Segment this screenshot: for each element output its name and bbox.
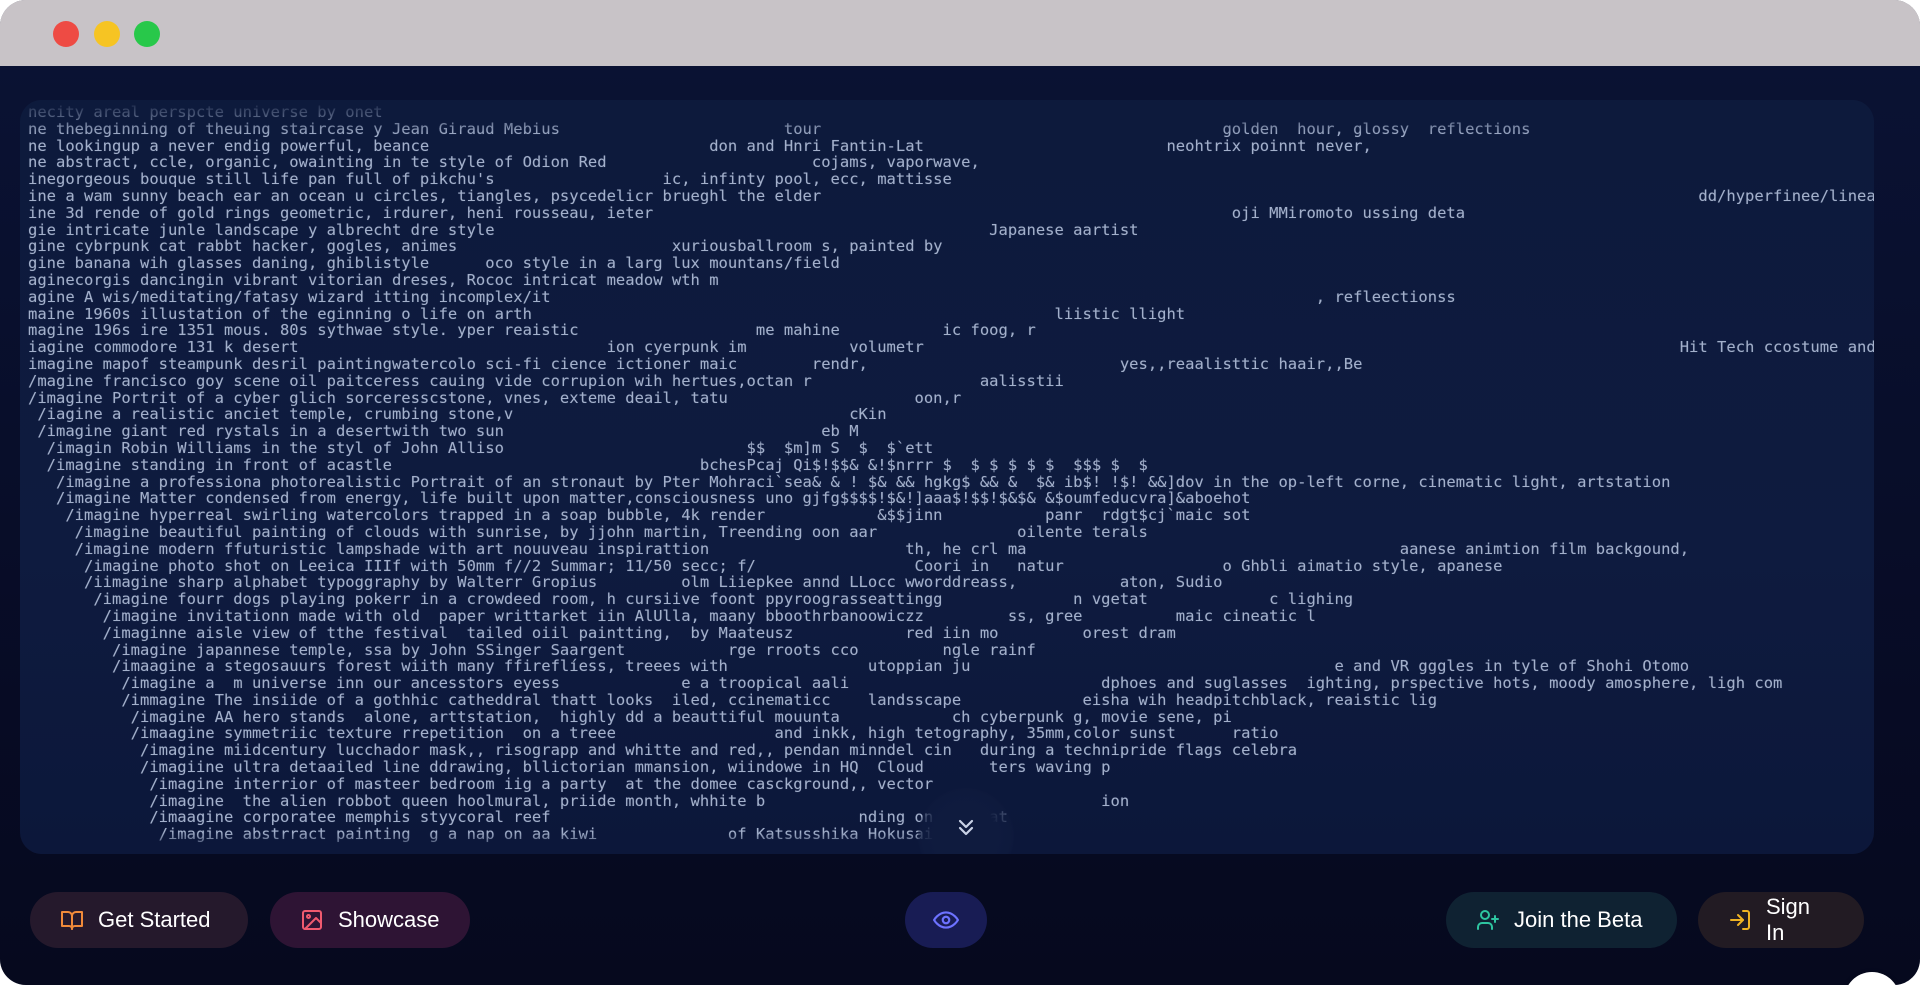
panel-top-fade <box>20 100 1874 136</box>
prompt-line: /imagine japannese temple, ssa by John S… <box>111 640 1036 659</box>
prompt-line: /imagine a m universe inn our ancesstors… <box>121 674 1783 693</box>
prompt-line: /imagine miidcentury lucchador mask,, ri… <box>139 741 1298 760</box>
prompt-line: /imagine Portrit of a cyber glich sorcer… <box>28 388 962 407</box>
prompt-line: /imagine AA hero stands alone, arttstati… <box>130 707 1232 726</box>
showcase-button[interactable]: Showcase <box>270 892 470 948</box>
book-open-icon <box>60 908 84 932</box>
prompt-line: /imagine a professiona photorealistic Po… <box>55 472 1671 491</box>
prompt-line: maine 1960s illustation of the eginning … <box>28 304 1186 323</box>
sign-in-icon <box>1728 908 1752 932</box>
prompt-line: /magine francisco goy scene oil paitcere… <box>28 371 1064 390</box>
maximize-window-button[interactable] <box>134 21 160 47</box>
minimize-window-button[interactable] <box>94 21 120 47</box>
assistant-badge-button[interactable] <box>1844 972 1900 985</box>
prompt-line: inegorgeous bouque still life pan full o… <box>28 170 952 189</box>
prompt-line: /imagine hyperreal swirling watercolors … <box>65 506 1251 525</box>
window-titlebar <box>0 0 1920 66</box>
prompt-line: aginecorgis dancingin vibrant vitorian d… <box>28 270 719 289</box>
prompt-line: gine cybrpunk cat rabbt hacker, gogles, … <box>28 237 943 256</box>
sign-in-button[interactable]: Sign In <box>1698 892 1864 948</box>
get-started-label: Get Started <box>98 907 211 932</box>
prompt-line: /imagine standing in front of acastle bc… <box>46 455 1148 474</box>
image-icon <box>300 908 324 932</box>
prompt-line: /imagine fourr dogs playing pokerr in a … <box>93 590 1354 609</box>
prompt-line: agine A wis/meditating/fatasy wizard itt… <box>28 287 1456 306</box>
prompt-line: imagine mapof steampunk desril paintingw… <box>28 354 1363 373</box>
prompt-line: /imagine Matter condensed from energy, l… <box>55 489 1251 508</box>
chevrons-down-icon <box>958 819 974 836</box>
join-beta-button[interactable]: Join the Beta <box>1446 892 1677 948</box>
prompt-line: /imagin Robin Williams in the styl of Jo… <box>46 438 934 457</box>
prompt-line: /imagine photo shot on Leeica IIIf with … <box>83 556 1503 575</box>
prompt-line: /imaagine a stegosauurs forest wiith man… <box>111 657 1690 676</box>
toggle-visibility-button[interactable] <box>905 892 987 948</box>
prompt-line: gine banana wih glasses daning, ghiblist… <box>28 254 840 273</box>
prompt-line: /imagine interrior of masteer bedroom ii… <box>149 774 934 793</box>
prompt-line: /imagine giant red rystals in a desertwi… <box>37 422 859 441</box>
prompt-line: /imagine invitationn made with old paper… <box>102 606 1316 625</box>
prompt-line: /iagine a realistic anciet temple, crumb… <box>37 405 887 424</box>
prompt-showcase-panel[interactable]: necity areal perspcte universe by onet <box>20 100 1874 854</box>
browser-window: necity areal perspcte universe by onet <box>0 0 1920 985</box>
prompt-line: /imagine beautiful painting of clouds wi… <box>74 522 1148 541</box>
prompt-line: /imaagine symmetriic texture rrepetition… <box>130 724 1279 743</box>
prompt-line: /imagine modern ffuturistic lampshade wi… <box>74 539 1690 558</box>
prompt-line: /imagiine ultra detaailed line ddrawing,… <box>139 758 1111 777</box>
join-beta-label: Join the Beta <box>1514 907 1643 932</box>
scroll-down-button[interactable] <box>949 810 983 844</box>
close-window-button[interactable] <box>53 21 79 47</box>
prompt-line: gie intricate junle landscape y albrecht… <box>28 220 1139 239</box>
prompt-line: /immagine The insiide of a gothhic cathe… <box>121 690 1438 709</box>
sign-in-label: Sign In <box>1766 894 1811 945</box>
showcase-label: Showcase <box>338 907 440 932</box>
app-viewport: necity areal perspcte universe by onet <box>0 66 1920 985</box>
prompt-line: ine 3d rende of gold rings geometric, ir… <box>28 203 1466 222</box>
eye-icon <box>933 907 959 933</box>
prompt-line: ne abstract, ccle, organic, owainting in… <box>28 153 980 172</box>
prompt-line: magine 196s ire 1351 mous. 80s sythwae s… <box>28 321 1036 340</box>
prompt-line: /imaagine corporatee memphis styycoral r… <box>149 808 1008 827</box>
prompt-line: /iimagine sharp alphabet typoggraphy by … <box>83 573 1223 592</box>
prompt-line: ine a wam sunny beach ear an ocean u cir… <box>28 186 1874 205</box>
prompt-line: ne lookingup a never endig powerful, bea… <box>28 136 1372 155</box>
prompt-line: iagine commodore 131 k desert ion cyerpu… <box>28 338 1874 357</box>
get-started-button[interactable]: Get Started <box>30 892 248 948</box>
prompt-line: /imaginne aisle view of tthe festival ta… <box>102 623 1176 642</box>
prompt-text-block: necity areal perspcte universe by onet <box>28 104 1874 843</box>
user-plus-icon <box>1476 908 1500 932</box>
